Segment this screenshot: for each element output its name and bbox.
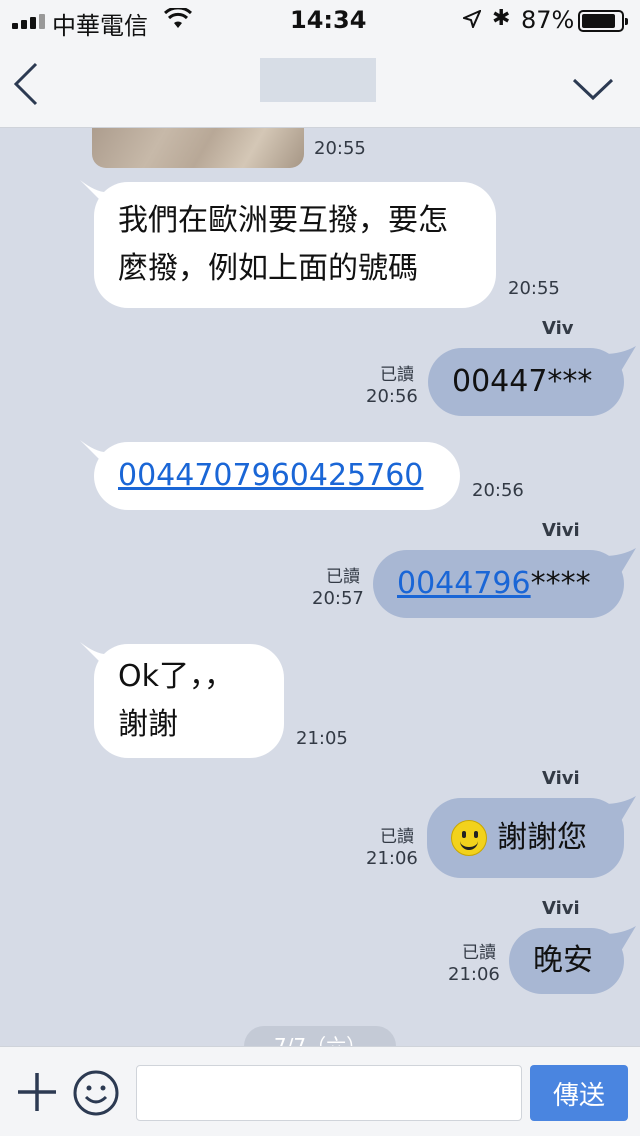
chat-area[interactable]: 20:55 我們在歐洲要互撥，要怎 麼撥，例如上面的號碼 20:55 Viv 已… [0,128,640,1046]
sender-name: Vivi [542,768,580,789]
smiley-icon [451,820,487,856]
send-button[interactable]: 傳送 [530,1065,628,1121]
bubble-tail [604,926,636,956]
chat-title-redacted[interactable] [260,58,376,102]
battery-percent: 87% [521,6,575,34]
sender-name: Viv [542,318,574,339]
message-text-line: 我們在歐洲要互撥，要怎 [118,203,448,238]
incoming-message[interactable]: 我們在歐洲要互撥，要怎 麼撥，例如上面的號碼 [94,182,496,308]
message-text-line: Ok了，， [118,659,234,694]
carrier-name: 中華電信 [52,12,148,40]
bubble-tail [604,548,636,578]
message-time: 21:05 [296,728,348,749]
message-text: 00447*** [452,364,593,399]
chevron-down-icon[interactable] [572,76,614,102]
message-time: 20:55 [314,138,366,159]
message-time: 21:06 [448,964,500,985]
message-text: **** [530,566,591,601]
read-receipt: 已讀 [462,943,496,963]
phone-link[interactable]: 0044796 [397,560,531,608]
message-time: 20:56 [366,386,418,407]
input-bar: 傳送 [0,1046,640,1136]
sender-name: Vivi [542,898,580,919]
signal-icon [12,13,45,29]
read-receipt: 已讀 [326,567,360,587]
read-receipt: 已讀 [380,365,414,385]
outgoing-message[interactable]: 00447*** [428,348,624,416]
bluetooth-icon: ✱ [492,6,511,31]
emoji-icon[interactable] [72,1069,120,1117]
message-text: 晚安 [533,943,593,978]
battery-fill [582,14,616,28]
battery-icon [578,10,628,32]
message-time: 20:57 [312,588,364,609]
read-receipt: 已讀 [380,827,414,847]
bubble-tail [604,796,636,826]
message-time: 20:56 [472,480,524,501]
bubble-tail [604,346,636,376]
message-input[interactable] [136,1065,522,1121]
incoming-message[interactable]: 0044707960425760 [94,442,460,510]
wifi-icon [164,8,192,28]
photo-message[interactable] [92,128,304,168]
plus-icon[interactable] [16,1071,58,1113]
phone-link[interactable]: 0044707960425760 [118,452,423,500]
location-arrow-icon [463,10,481,28]
chat-header [0,40,640,128]
message-text: 謝謝您 [497,820,587,855]
chevron-left-icon[interactable] [12,62,40,106]
outgoing-message[interactable]: 0044796 **** [373,550,624,618]
status-bar: 中華電信 14:34 ✱ 87% [0,0,640,40]
sender-name: Vivi [542,520,580,541]
message-text-line: 謝謝 [118,707,178,742]
clock: 14:34 [290,6,367,34]
message-text-line: 麼撥，例如上面的號碼 [118,251,418,286]
message-time: 21:06 [366,848,418,869]
date-separator: 7/7（六） [244,1026,396,1046]
incoming-message[interactable]: Ok了，， 謝謝 [94,644,284,758]
message-time: 20:55 [508,278,560,299]
outgoing-message[interactable]: 謝謝您 [427,798,624,878]
